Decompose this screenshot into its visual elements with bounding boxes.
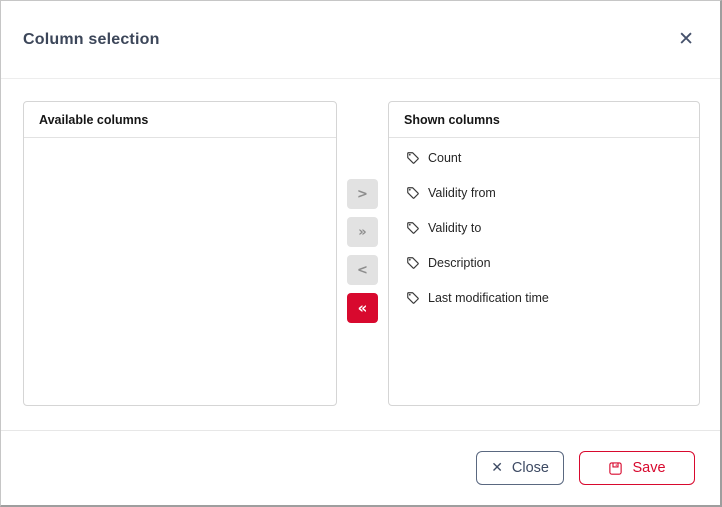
shown-columns-list: Count Validity from: [389, 138, 699, 315]
save-button-label: Save: [632, 460, 665, 476]
save-button[interactable]: Save: [579, 451, 695, 485]
column-selection-dialog: Column selection ✕ Available columns > »…: [0, 0, 722, 507]
chevron-right-icon: >: [357, 188, 368, 201]
dialog-title: Column selection: [23, 31, 160, 49]
close-button[interactable]: ✕ Close: [476, 451, 564, 485]
move-right-button[interactable]: >: [347, 179, 378, 209]
column-item-label: Description: [428, 256, 491, 270]
available-columns-panel: Available columns: [23, 101, 337, 406]
shown-column-item[interactable]: Validity from: [389, 175, 699, 210]
close-icon[interactable]: ✕: [676, 28, 696, 51]
close-x-icon: ✕: [491, 461, 503, 475]
column-item-label: Last modification time: [428, 291, 549, 305]
available-columns-list: [24, 138, 336, 140]
column-item-label: Validity from: [428, 186, 496, 200]
shown-columns-panel: Shown columns Count: [388, 101, 700, 406]
move-left-button[interactable]: <: [347, 255, 378, 285]
available-columns-header: Available columns: [24, 102, 336, 138]
chevron-left-icon: <: [357, 264, 368, 277]
column-item-label: Validity to: [428, 221, 481, 235]
shown-columns-header: Shown columns: [389, 102, 699, 138]
close-button-label: Close: [512, 460, 549, 476]
shown-column-item[interactable]: Last modification time: [389, 280, 699, 315]
transfer-buttons: > » < «: [337, 101, 388, 430]
move-all-right-button[interactable]: »: [347, 217, 378, 247]
tag-icon: [406, 186, 420, 200]
tag-icon: [406, 151, 420, 165]
tag-icon: [406, 221, 420, 235]
shown-column-item[interactable]: Validity to: [389, 210, 699, 245]
column-item-label: Count: [428, 151, 461, 165]
shown-column-item[interactable]: Count: [389, 140, 699, 175]
tag-icon: [406, 256, 420, 270]
double-chevron-right-icon: »: [358, 226, 366, 239]
dialog-header: Column selection ✕: [1, 1, 720, 79]
dialog-footer: ✕ Close Save: [1, 430, 720, 505]
tag-icon: [406, 291, 420, 305]
save-icon: [608, 461, 623, 476]
move-all-left-button[interactable]: «: [347, 293, 378, 323]
dialog-body: Available columns > » < « Shown columns: [1, 79, 720, 430]
shown-column-item[interactable]: Description: [389, 245, 699, 280]
double-chevron-left-icon: «: [358, 301, 368, 316]
